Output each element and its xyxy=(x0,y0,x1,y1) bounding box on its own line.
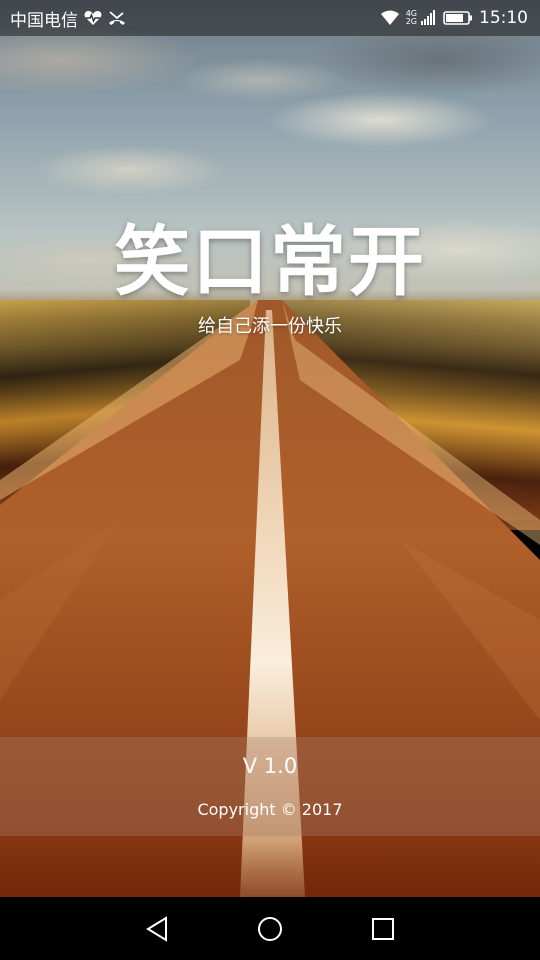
missed-call-icon xyxy=(108,10,126,26)
navigation-bar xyxy=(0,897,540,960)
home-button[interactable] xyxy=(250,909,290,949)
wifi-icon xyxy=(380,10,400,26)
version-label: V 1.0 xyxy=(242,754,298,778)
bottom-fade xyxy=(0,840,540,897)
battery-icon xyxy=(443,10,473,26)
status-right: 4G 2G 15:10 xyxy=(380,8,528,28)
carrier-label: 中国电信 xyxy=(10,10,78,31)
home-icon xyxy=(257,916,282,941)
status-left: 中国电信 xyxy=(10,6,126,31)
recents-icon xyxy=(372,917,395,940)
recents-button[interactable] xyxy=(363,909,403,949)
clock: 15:10 xyxy=(479,8,528,28)
back-button[interactable] xyxy=(137,909,177,949)
app-title: 笑口常开 xyxy=(114,217,426,306)
splash-screen: 中国电信 4G 2G 15:10 笑口常开 给自己添一份快乐 V 1.0 Cop… xyxy=(0,0,540,960)
status-bar: 中国电信 4G 2G 15:10 xyxy=(0,0,540,36)
back-icon xyxy=(145,915,167,942)
signal-icon xyxy=(421,10,437,26)
network-type-bottom: 2G xyxy=(405,17,417,26)
network-type-label: 4G 2G xyxy=(406,10,417,26)
app-subtitle: 给自己添一份快乐 xyxy=(198,316,342,337)
heart-monitor-icon xyxy=(84,10,102,26)
copyright-label: Copyright © 2017 xyxy=(197,800,343,819)
version-band xyxy=(0,737,540,836)
